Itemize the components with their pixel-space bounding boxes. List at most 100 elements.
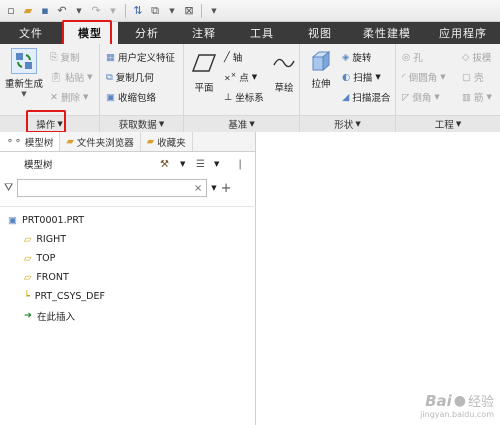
group-get-data: ▦ 用户定义特征 ⧉ 复制几何 ▣ 收缩包络 获取数据 ▼ (100, 44, 184, 132)
point-button[interactable]: ×× 点 ▼ (224, 70, 257, 84)
watermark-url: jingyan.baidu.com (420, 410, 494, 419)
axis-button[interactable]: ╱ 轴 (224, 50, 242, 65)
extrude-button[interactable]: 拉伸 (306, 48, 336, 90)
paste-label: 粘贴 (65, 73, 85, 84)
get-data-label-text: 获取数据 (118, 120, 157, 131)
tab-folder-browser[interactable]: ▰ 文件夹浏览器 (60, 132, 141, 151)
paste-button[interactable]: 📋︎ 粘贴 ▼ (50, 70, 92, 85)
shapes-dropdown-icon[interactable]: ▼ (355, 120, 360, 128)
tab-file[interactable]: 文件 (0, 22, 62, 44)
clear-search-icon[interactable]: × (194, 183, 202, 194)
regenerate-quick-icon[interactable]: ⇅ (131, 4, 145, 18)
regenerate-button[interactable]: 重新生成 ▼ (2, 48, 46, 98)
redo-icon[interactable]: ↷ (89, 4, 103, 18)
engineering-dropdown-icon[interactable]: ▼ (456, 120, 461, 128)
chamfer-button[interactable]: ◸ 倒角 ▼ (402, 90, 440, 105)
front-plane-label: FRONT (36, 272, 69, 283)
filter-icon[interactable]: ⛛ (4, 181, 13, 195)
rib-icon: ▥ (462, 91, 471, 103)
sketch-button[interactable]: 草绘 (270, 50, 298, 94)
tree-node-front[interactable]: ▱ FRONT (0, 268, 256, 287)
customize-qat-icon[interactable]: ▼ (207, 4, 221, 18)
hole-label: 孔 (413, 53, 423, 64)
tree-node-csys[interactable]: ┕ PRT_CSYS_DEF (0, 287, 256, 306)
tab-model-tree[interactable]: ⚬⚬ 模型树 (0, 132, 61, 151)
paste-dropdown-icon[interactable]: ▼ (87, 73, 92, 81)
chamfer-dropdown-icon[interactable]: ▼ (434, 93, 439, 101)
undo-dropdown-icon[interactable]: ▼ (72, 4, 86, 18)
tree-search-input[interactable]: × (17, 179, 208, 197)
tree-node-right[interactable]: ▱ RIGHT (0, 230, 256, 249)
draft-icon: ◇ (462, 51, 470, 63)
datum-plane-icon: ▱ (24, 234, 32, 245)
revolve-button[interactable]: ◈ 旋转 (342, 50, 371, 65)
delete-icon: ✕ (50, 91, 58, 103)
save-icon[interactable]: ▪ (38, 4, 52, 18)
paste-icon: 📋︎ (50, 71, 63, 83)
model-tree-icon: ⚬⚬ (6, 136, 22, 147)
tab-applications[interactable]: 应用程序 (426, 22, 500, 44)
group-datum: 平面 ╱ 轴 ×× 点 ▼ ⊥ 坐标系 草绘 基准 ▼ (184, 44, 300, 132)
shell-icon: ▢ (462, 71, 471, 83)
add-icon[interactable]: + (221, 181, 232, 196)
round-icon: ◜ (402, 71, 406, 83)
datum-dropdown-icon[interactable]: ▼ (249, 120, 254, 128)
rib-dropdown-icon[interactable]: ▼ (487, 93, 492, 101)
shrinkwrap-button[interactable]: ▣ 收缩包络 (106, 90, 156, 105)
copy-geometry-button[interactable]: ⧉ 复制几何 (106, 70, 154, 85)
engineering-group-label[interactable]: 工程 ▼ (396, 115, 500, 132)
draft-label: 拔模 (472, 53, 492, 64)
point-dropdown-icon[interactable]: ▼ (252, 73, 257, 81)
shapes-label-text: 形状 (334, 120, 354, 131)
tab-view[interactable]: 视图 (292, 22, 348, 44)
tab-favorites[interactable]: ▰ 收藏夹 (141, 132, 193, 151)
datum-group-label[interactable]: 基准 ▼ (184, 115, 299, 132)
round-button[interactable]: ◜ 倒圆角 ▼ (402, 70, 446, 85)
show-dropdown-icon[interactable]: ▼ (214, 160, 219, 168)
settings-dropdown-icon[interactable]: ▼ (180, 160, 185, 168)
watermark-logo: Bai ● 经验 (425, 391, 494, 411)
open-folder-icon[interactable]: ▰ (21, 4, 35, 18)
undo-icon[interactable]: ↶ (55, 4, 69, 18)
hole-button[interactable]: ◎ 孔 (402, 50, 423, 65)
windows-icon[interactable]: ⧉ (148, 4, 162, 18)
tab-analysis[interactable]: 分析 (118, 22, 176, 44)
windows-dropdown-icon[interactable]: ▼ (165, 4, 179, 18)
copy-geometry-label: 复制几何 (115, 73, 154, 84)
insert-arrow-icon: ➜ (24, 310, 32, 321)
sweep-button[interactable]: ◐ 扫描 ▼ (342, 70, 381, 85)
settings-icon[interactable]: ⚒ (160, 159, 169, 170)
get-data-dropdown-icon[interactable]: ▼ (159, 120, 164, 128)
delete-dropdown-icon[interactable]: ▼ (83, 93, 88, 101)
get-data-group-label[interactable]: 获取数据 ▼ (100, 115, 183, 132)
copy-button[interactable]: ⎘ 复制 (50, 50, 80, 65)
tree-node-insert-here[interactable]: ➜ 在此插入 (0, 306, 256, 325)
redo-dropdown-icon[interactable]: ▼ (106, 4, 120, 18)
shell-button[interactable]: ▢ 壳 (462, 70, 484, 85)
regenerate-label: 重新生成 (4, 79, 43, 90)
qat-separator (125, 3, 126, 18)
tree-node-top[interactable]: ▱ TOP (0, 249, 256, 268)
expand-icon[interactable]: ❘ (236, 159, 244, 170)
close-window-icon[interactable]: ⊠ (182, 4, 196, 18)
sweep-dropdown-icon[interactable]: ▼ (375, 73, 380, 81)
shrinkwrap-label: 收缩包络 (117, 93, 156, 104)
tree-node-part[interactable]: ▣ PRT0001.PRT (0, 211, 256, 230)
new-file-icon[interactable]: ▫ (4, 4, 18, 18)
plane-button[interactable]: 平面 (188, 50, 220, 94)
regenerate-dropdown-icon[interactable]: ▼ (21, 90, 26, 98)
search-dropdown-icon[interactable]: ▼ (211, 184, 216, 192)
draft-button[interactable]: ◇ 拔模 (462, 50, 492, 65)
user-defined-feature-button[interactable]: ▦ 用户定义特征 (106, 50, 175, 65)
tab-annotate[interactable]: 注释 (176, 22, 232, 44)
graphics-window[interactable]: Bai ● 经验 jingyan.baidu.com (257, 132, 500, 425)
delete-button[interactable]: ✕ 删除 ▼ (50, 90, 88, 105)
shapes-group-label[interactable]: 形状 ▼ (300, 115, 395, 132)
swept-blend-button[interactable]: ◢ 扫描混合 (342, 90, 390, 105)
tab-flexible-modeling[interactable]: 柔性建模 (348, 22, 426, 44)
show-list-icon[interactable]: ☰ (196, 159, 205, 170)
rib-button[interactable]: ▥ 筋 ▼ (462, 90, 492, 105)
csys-button[interactable]: ⊥ 坐标系 (224, 90, 264, 105)
round-dropdown-icon[interactable]: ▼ (440, 73, 445, 81)
tab-tools[interactable]: 工具 (232, 22, 292, 44)
